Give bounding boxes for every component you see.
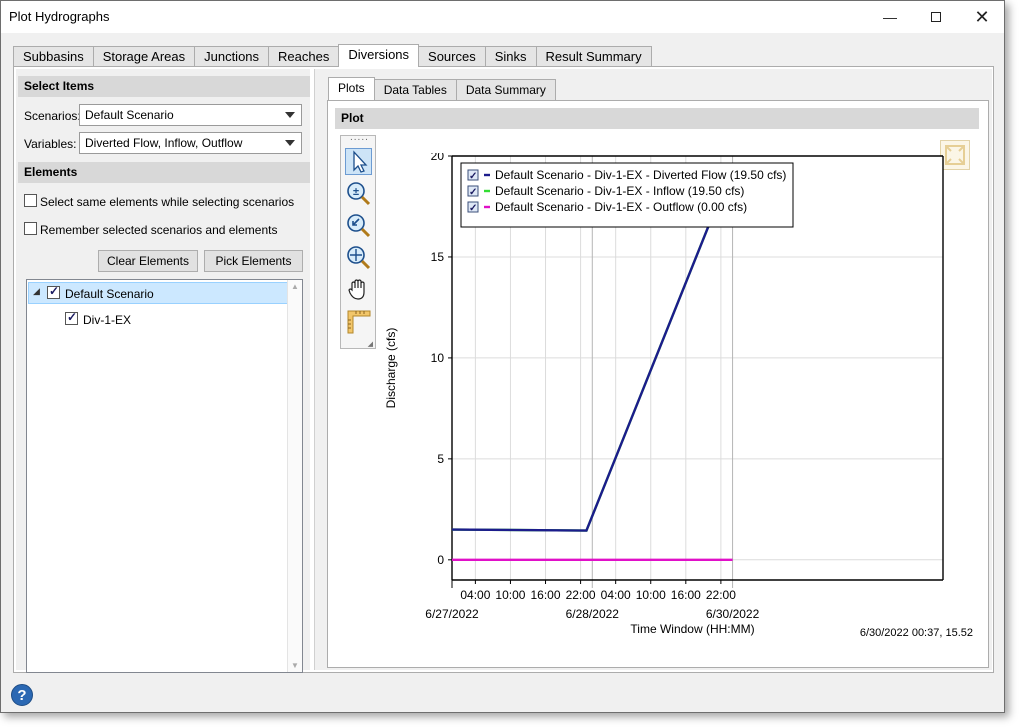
date-label: 6/27/2022	[425, 607, 479, 621]
tab-reaches[interactable]: Reaches	[268, 46, 340, 67]
zoom-previous-icon	[347, 214, 371, 238]
pick-elements-button[interactable]: Pick Elements	[204, 250, 303, 272]
zoom-previous-tool[interactable]	[345, 212, 372, 239]
tree-child-label: Div-1-EX	[83, 313, 132, 327]
pan-tool[interactable]	[345, 276, 372, 303]
y-axis-label: Discharge (cfs)	[384, 328, 398, 409]
plots-panel: Plot ..... ± ◢ 0 5 10 15 20 04:00 10:00 …	[327, 100, 989, 668]
pan-hand-icon	[348, 279, 365, 300]
tree-item-default-scenario[interactable]: ◢ Default Scenario	[28, 282, 288, 304]
tree-scrollbar[interactable]: ▲ ▼	[287, 280, 302, 672]
variables-dropdown[interactable]: Diverted Flow, Inflow, Outflow	[79, 132, 302, 154]
y-tick-label: 0	[437, 553, 444, 567]
x-tick-label: 16:00	[531, 588, 561, 602]
close-icon: ✕	[974, 6, 990, 27]
x-tick-label: 04:00	[460, 588, 490, 602]
date-label: 6/28/2022	[566, 607, 620, 621]
remember-label: Remember selected scenarios and elements	[40, 223, 278, 237]
legend-entry: Default Scenario - Div-1-EX - Diverted F…	[495, 168, 786, 182]
elements-header: Elements	[18, 162, 310, 183]
tab-storage-areas[interactable]: Storage Areas	[92, 46, 196, 67]
legend-entry: Default Scenario - Div-1-EX - Outflow (0…	[495, 200, 747, 214]
scroll-down-icon[interactable]: ▼	[291, 661, 299, 670]
window-title: Plot Hydrographs	[9, 9, 110, 24]
plot-header: Plot	[335, 108, 979, 129]
same-elements-label: Select same elements while selecting sce…	[40, 195, 295, 209]
ruler-icon	[347, 310, 371, 334]
pointer-icon	[353, 150, 368, 173]
y-tick-label: 5	[437, 452, 444, 466]
measure-tool[interactable]	[345, 308, 372, 335]
element-tree: ◢ Default Scenario Div-1-EX ▲ ▼	[26, 279, 303, 673]
chevron-down-icon	[285, 140, 295, 146]
toolbar-overflow-icon[interactable]: ◢	[368, 340, 373, 348]
div-1-ex-checkbox[interactable]	[65, 310, 78, 325]
zoom-extents-tool[interactable]	[345, 244, 372, 271]
title-bar: Plot Hydrographs — ✕	[1, 1, 1004, 33]
help-icon: ?	[17, 687, 27, 704]
variables-value: Diverted Flow, Inflow, Outflow	[85, 136, 243, 150]
tab-sources[interactable]: Sources	[418, 46, 486, 67]
legend-entry: Default Scenario - Div-1-EX - Inflow (19…	[495, 184, 744, 198]
scroll-up-icon[interactable]: ▲	[291, 282, 299, 291]
minimize-icon: —	[883, 9, 897, 25]
y-tick-label: 10	[431, 351, 445, 365]
plot-toolbar: ..... ± ◢	[340, 132, 376, 349]
x-tick-label: 10:00	[495, 588, 525, 602]
left-pane: Select Items Scenarios: Default Scenario…	[16, 69, 310, 673]
select-items-header: Select Items	[18, 76, 310, 97]
same-elements-checkbox[interactable]	[24, 194, 37, 207]
zoom-icon: ±	[347, 182, 371, 206]
remember-checkbox[interactable]	[24, 222, 37, 235]
tab-result-summary[interactable]: Result Summary	[535, 46, 652, 67]
tab-plots[interactable]: Plots	[328, 77, 375, 100]
right-pane: Plots Data Tables Data Summary Plot ..... …	[314, 69, 992, 670]
tab-junctions[interactable]: Junctions	[194, 46, 270, 67]
collapse-arrow-icon[interactable]: ◢	[33, 286, 40, 297]
y-tick-label: 20	[431, 153, 445, 163]
svg-text:±: ±	[353, 186, 359, 198]
minimize-button[interactable]: —	[867, 1, 913, 33]
plot-hydrographs-window: Plot Hydrographs — ✕ Subbasins Storage Ar…	[0, 0, 1005, 713]
help-button[interactable]: ?	[11, 684, 33, 706]
scenarios-dropdown[interactable]: Default Scenario	[79, 104, 302, 126]
maximize-icon	[931, 12, 941, 22]
x-tick-label: 22:00	[566, 588, 596, 602]
chevron-down-icon	[285, 112, 295, 118]
tab-data-tables[interactable]: Data Tables	[373, 79, 457, 100]
y-tick-label: 15	[431, 250, 445, 264]
x-tick-label: 16:00	[671, 588, 701, 602]
scenarios-label: Scenarios:	[24, 109, 81, 123]
hydrograph-chart[interactable]: 0 5 10 15 20 04:00 10:00 16:00 22:00 04:00 10:00 16…	[376, 153, 976, 663]
close-button[interactable]: ✕	[959, 1, 1005, 33]
legend-check-icon: ✓	[469, 203, 477, 214]
x-axis-label: Time Window (HH:MM)	[630, 622, 754, 636]
x-tick-label: 04:00	[601, 588, 631, 602]
pointer-tool[interactable]	[345, 148, 372, 175]
date-label: 6/30/2022	[706, 607, 760, 621]
maximize-button[interactable]	[913, 1, 959, 33]
tab-diversions[interactable]: Diversions	[338, 44, 420, 67]
cursor-readout: 6/30/2022 00:37, 15.52	[860, 627, 973, 639]
x-tick-label: 22:00	[706, 588, 736, 602]
legend-check-icon: ✓	[469, 171, 477, 182]
variables-label: Variables:	[24, 137, 77, 151]
legend-check-icon: ✓	[469, 187, 477, 198]
zoom-tool[interactable]: ±	[345, 180, 372, 207]
clear-elements-button[interactable]: Clear Elements	[98, 250, 198, 272]
tab-subbasins[interactable]: Subbasins	[13, 46, 94, 67]
scenarios-value: Default Scenario	[85, 108, 174, 122]
zoom-extents-icon	[347, 246, 371, 270]
tab-sinks[interactable]: Sinks	[484, 46, 537, 67]
diversions-panel: Select Items Scenarios: Default Scenario…	[13, 66, 994, 673]
tab-data-summary[interactable]: Data Summary	[455, 79, 556, 100]
status-bar: ?	[1, 674, 1004, 714]
main-tab-strip: Subbasins Storage Areas Junctions Reaches Di…	[13, 44, 652, 67]
inner-tab-strip: Plots Data Tables Data Summary	[328, 77, 556, 100]
default-scenario-checkbox[interactable]	[47, 284, 60, 299]
tree-root-label: Default Scenario	[65, 287, 154, 301]
toolbar-grip[interactable]: .....	[350, 132, 369, 143]
tree-item-div-1-ex[interactable]: Div-1-EX	[65, 310, 265, 330]
x-tick-label: 10:00	[636, 588, 666, 602]
